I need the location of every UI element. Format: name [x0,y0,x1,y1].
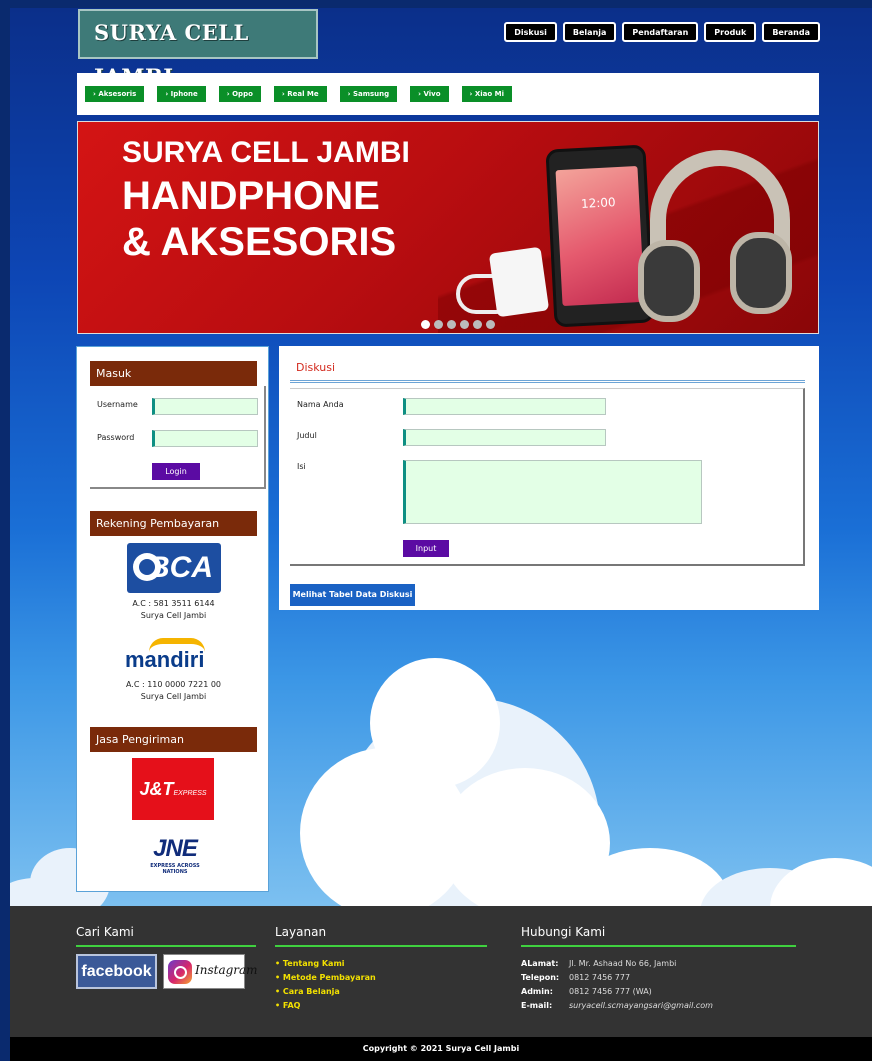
login-button[interactable]: Login [152,463,200,480]
admin-value: 0812 7456 777 (WA) [569,987,652,996]
facebook-link[interactable]: facebook [76,954,157,989]
category-bar: › Aksesoris › Iphone › Oppo › Real Me › … [77,73,819,115]
shipping-heading: Jasa Pengiriman [90,727,257,752]
banner-line-3: & AKSESORIS [122,220,397,264]
contact-divider [521,945,796,947]
username-input[interactable] [152,398,258,415]
headphone-earcup-right [730,232,792,314]
find-us-heading: Cari Kami [76,925,134,939]
services-list: • Tentang Kami • Metode Pembayaran • Car… [275,957,376,1013]
nav-produk[interactable]: Produk [704,22,757,42]
jnt-logo: J&TEXPRESS [132,758,214,820]
content-label: Isi [297,462,306,471]
link-cara-belanja[interactable]: • Cara Belanja [275,985,376,999]
services-divider [275,945,487,947]
discussion-panel: Diskusi Nama Anda Judul Isi Input Meliha… [279,346,819,610]
login-box: Username Password Login [90,386,266,489]
discussion-form: Nama Anda Judul Isi Input [290,388,805,566]
banner-line-1: SURYA CELL JAMBI [122,136,410,169]
email-label: E-mail: [521,1001,553,1010]
contact-info: ALamat: Jl. Mr. Ashaad No 66, Jambi Telep… [521,957,713,1013]
address-value: Jl. Mr. Ashaad No 66, Jambi [569,959,677,968]
name-label: Nama Anda [297,400,344,409]
instagram-link[interactable]: Instagram [163,954,258,989]
category-xiaomi[interactable]: › Xiao Mi [461,86,512,102]
category-oppo[interactable]: › Oppo [218,86,261,102]
phone-clock: 12:00 [580,195,616,211]
name-input[interactable] [403,398,606,415]
payment-heading: Rekening Pembayaran [90,511,257,536]
category-vivo[interactable]: › Vivo [410,86,449,102]
mandiri-account-name: Surya Cell Jambi [140,692,207,701]
banner-line-2: HANDPHONE [122,174,380,218]
bca-account: A.C : 581 3511 6144 [132,599,215,608]
input-button[interactable]: Input [403,540,449,557]
nav-pendaftaran[interactable]: Pendaftaran [622,22,699,42]
slider-dot[interactable] [447,320,456,329]
instagram-icon [168,960,192,984]
nav-beranda[interactable]: Beranda [762,22,820,42]
mandiri-logo: mandiri [125,647,205,672]
password-label: Password [97,433,135,442]
phone-label: Telepon: [521,973,560,982]
category-iphone[interactable]: › Iphone [157,86,206,102]
category-realme[interactable]: › Real Me [273,86,327,102]
copyright: Copyright © 2021 Surya Cell Jambi [10,1037,872,1061]
link-faq[interactable]: • FAQ [275,999,376,1013]
slider-dot[interactable] [421,320,430,329]
address-label: ALamat: [521,959,559,968]
page-title: Diskusi [296,361,336,374]
nav-belanja[interactable]: Belanja [562,22,617,42]
sidebar: Masuk Username Password Login Rekening P… [76,346,269,892]
slider-dot[interactable] [473,320,482,329]
link-metode-pembayaran[interactable]: • Metode Pembayaran [275,971,376,985]
email-value[interactable]: suryacell.scmayangsari@gmail.com [569,999,713,1013]
link-tentang-kami[interactable]: • Tentang Kami [275,957,376,971]
login-heading: Masuk [90,361,257,386]
phone-value: 0812 7456 777 [569,973,631,982]
bca-account-name: Surya Cell Jambi [140,611,207,620]
services-heading: Layanan [275,925,327,939]
slider-dot[interactable] [460,320,469,329]
password-input[interactable] [152,430,258,447]
footer: Cari Kami facebook Instagram Layanan • T… [10,906,872,1037]
promo-banner[interactable]: SURYA CELL JAMBI HANDPHONE & AKSESORIS 1… [77,121,819,334]
find-us-divider [76,945,256,947]
category-aksesoris[interactable]: › Aksesoris [85,86,145,102]
admin-label: Admin: [521,987,553,996]
charger-image [488,246,550,318]
jne-logo: JNE EXPRESS ACROSS NATIONS [150,835,200,875]
slider-dot[interactable] [486,320,495,329]
content-textarea[interactable] [403,460,702,524]
username-label: Username [97,400,138,409]
slider-dot[interactable] [434,320,443,329]
contact-heading: Hubungi Kami [521,925,606,939]
title-divider [290,380,805,383]
view-table-button[interactable]: Melihat Tabel Data Diskusi [290,584,415,606]
subject-input[interactable] [403,429,606,446]
nav-diskusi[interactable]: Diskusi [504,22,557,42]
category-samsung[interactable]: › Samsung [339,86,398,102]
subject-label: Judul [297,431,317,440]
slider-dots[interactable] [421,320,495,329]
bca-seal-icon [133,553,161,581]
bca-logo: BCA [127,543,221,593]
site-logo[interactable]: SURYA CELL JAMBI [78,9,318,89]
mandiri-account: A.C : 110 0000 7221 00 [125,680,222,689]
headphone-earcup-left [638,240,700,322]
top-navigation: Diskusi Belanja Pendaftaran Produk Beran… [504,22,820,42]
